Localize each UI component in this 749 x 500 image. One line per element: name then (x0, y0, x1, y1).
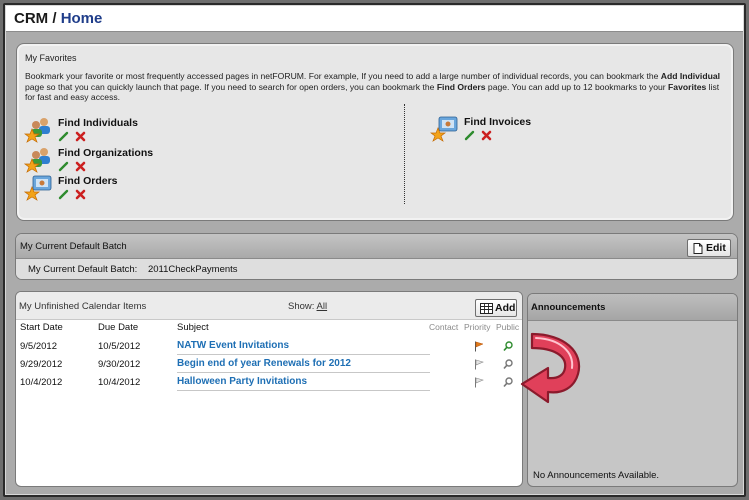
row-due: 9/30/2012 (98, 359, 141, 370)
page-title: CRM / Home (6, 6, 743, 32)
favorite-actions (58, 161, 89, 173)
edit-pencil-icon[interactable] (58, 131, 69, 142)
magnifier-icon[interactable] (503, 341, 513, 352)
row-due: 10/4/2012 (98, 377, 141, 388)
priority-flag-icon (475, 377, 484, 388)
document-icon (693, 243, 703, 254)
row-start: 9/5/2012 (20, 341, 57, 352)
row-start: 9/29/2012 (20, 359, 63, 370)
row-subject-link[interactable]: Begin end of year Renewals for 2012 (177, 358, 351, 369)
callout-arrow-icon (520, 332, 581, 404)
calendar-header: My Unfinished Calendar Items Show: All A… (16, 292, 522, 320)
table-row[interactable]: 9/5/2012 10/5/2012 NATW Event Invitation… (16, 338, 522, 356)
delete-x-icon[interactable] (75, 131, 86, 142)
col-priority: Priority (464, 322, 491, 332)
col-start-date[interactable]: Start Date (20, 322, 63, 333)
favorite-label: Find Organizations (58, 147, 154, 159)
calendar-title: My Unfinished Calendar Items (19, 301, 147, 312)
favorites-panel: My Favorites Bookmark your favorite or m… (16, 43, 734, 221)
batch-row: My Current Default Batch: 2011CheckPayme… (16, 259, 737, 279)
announcements-empty-text: No Announcements Available. (533, 470, 660, 481)
batch-heading: My Current Default Batch (16, 234, 737, 259)
favorites-heading: My Favorites (25, 53, 77, 63)
announcements-heading: Announcements (528, 294, 737, 321)
batch-row-value: 2011CheckPayments (147, 264, 238, 275)
edit-label: Edit (706, 242, 726, 254)
col-public: Public (496, 322, 520, 332)
calendar-show-filter: Show: All (288, 301, 327, 312)
delete-x-icon[interactable] (481, 130, 492, 141)
desc-text-1: Bookmark your favorite or most frequentl… (25, 71, 661, 81)
desc-text-2: page so that you can quickly launch that… (25, 81, 437, 92)
desc-bold-find-orders: Find Orders (436, 81, 486, 92)
add-label: Add (495, 302, 516, 314)
title-separator: / (52, 10, 57, 27)
batch-row-label: My Current Default Batch: (28, 264, 138, 275)
title-home: Home (60, 10, 103, 27)
people-star-icon (24, 118, 50, 143)
row-underline (177, 354, 430, 355)
delete-x-icon[interactable] (75, 161, 86, 172)
title-crm: CRM (14, 10, 49, 27)
edit-pencil-icon[interactable] (58, 189, 69, 200)
edit-batch-button[interactable]: Edit (687, 239, 731, 257)
add-calendar-item-button[interactable]: Add (475, 299, 517, 317)
table-row[interactable]: 9/29/2012 9/30/2012 Begin end of year Re… (16, 356, 522, 374)
row-subject-link[interactable]: Halloween Party Invitations (177, 376, 307, 387)
col-due-date[interactable]: Due Date (98, 322, 138, 333)
favorite-label: Find Orders (58, 175, 118, 187)
favorites-divider (404, 104, 405, 204)
show-label: Show: (288, 301, 315, 312)
row-underline (177, 390, 430, 391)
default-batch-panel: My Current Default Batch Edit My Current… (15, 233, 738, 280)
orders-star-icon (24, 175, 52, 201)
favorite-find-organizations[interactable]: Find Organizations (24, 146, 224, 174)
delete-x-icon[interactable] (75, 189, 86, 200)
table-row[interactable]: 10/4/2012 10/4/2012 Halloween Party Invi… (16, 374, 522, 392)
calendar-grid-icon (480, 303, 493, 314)
calendar-columns: Start Date Due Date Subject Contact Prio… (16, 320, 522, 338)
row-underline (177, 372, 430, 373)
favorite-label: Find Invoices (464, 116, 532, 128)
favorite-actions (58, 131, 89, 143)
favorite-find-individuals[interactable]: Find Individuals (24, 116, 224, 144)
col-contact: Contact (429, 322, 459, 332)
favorite-find-orders[interactable]: Find Orders (24, 174, 224, 202)
favorite-find-invoices[interactable]: Find Invoices (430, 115, 630, 143)
row-start: 10/4/2012 (20, 377, 63, 388)
desc-bold-favorites: Favorites (668, 81, 707, 92)
row-subject-link[interactable]: NATW Event Invitations (177, 340, 289, 351)
edit-pencil-icon[interactable] (464, 130, 475, 141)
favorite-actions (464, 130, 495, 142)
priority-flag-icon (475, 359, 484, 370)
magnifier-icon[interactable] (503, 359, 513, 370)
priority-flag-icon (475, 341, 484, 352)
col-subject[interactable]: Subject (177, 322, 209, 333)
row-due: 10/5/2012 (98, 341, 141, 352)
desc-bold-add-individual: Add Individual (660, 71, 720, 81)
show-all-link[interactable]: All (317, 301, 328, 312)
calendar-panel: My Unfinished Calendar Items Show: All A… (15, 291, 523, 487)
invoices-star-icon (430, 116, 458, 142)
desc-text-3: page. You can add up to 12 bookmarks to … (485, 81, 669, 92)
organization-star-icon (24, 148, 50, 173)
favorite-actions (58, 189, 89, 201)
magnifier-icon[interactable] (503, 377, 513, 388)
favorite-label: Find Individuals (58, 117, 138, 129)
favorites-description: Bookmark your favorite or most frequentl… (25, 71, 725, 103)
edit-pencil-icon[interactable] (58, 161, 69, 172)
